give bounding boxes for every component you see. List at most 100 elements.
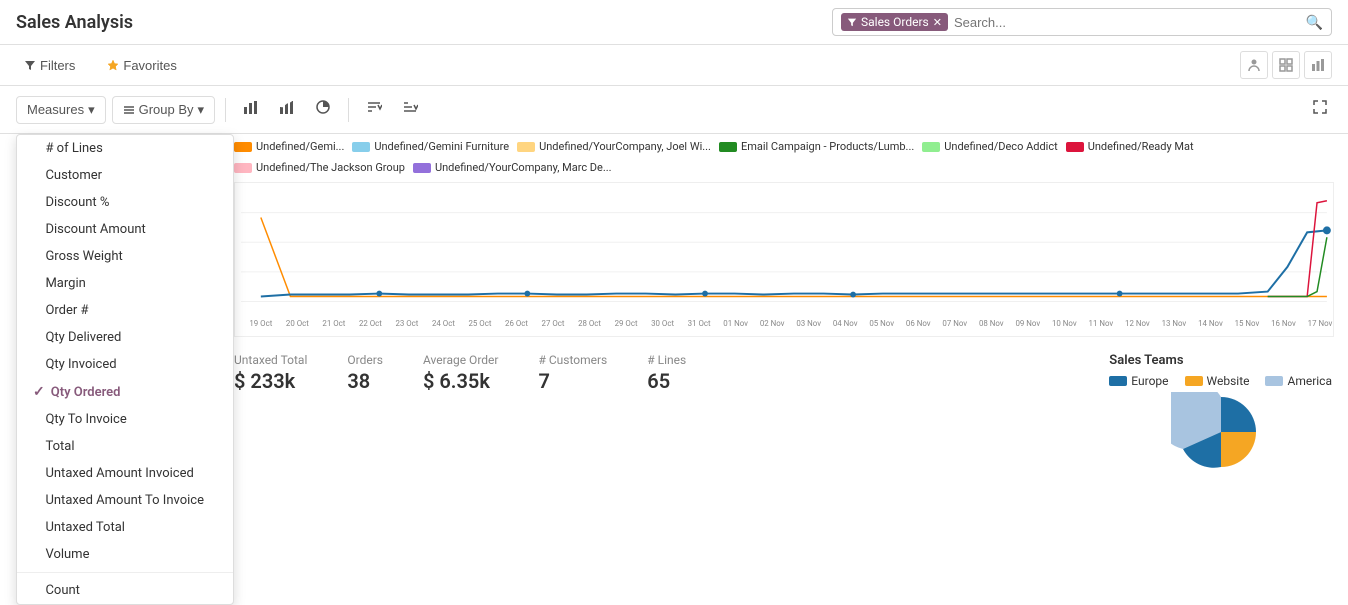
- svg-text:09 Nov: 09 Nov: [1015, 319, 1040, 328]
- dropdown-item-lines[interactable]: # of Lines: [17, 135, 233, 162]
- stat-orders-label: Orders: [347, 353, 383, 367]
- legend-color-ready-mat: [1066, 142, 1084, 152]
- legend-item-gemi: Undefined/Gemi...: [234, 140, 344, 153]
- dropdown-item-untaxed-to-invoice[interactable]: Untaxed Amount To Invoice: [17, 487, 233, 514]
- legend-item-gemini-furn: Undefined/Gemini Furniture: [352, 140, 509, 153]
- checkmark-icon: ✓: [33, 384, 45, 400]
- dropdown-item-margin[interactable]: Margin: [17, 270, 233, 297]
- svg-text:21 Oct: 21 Oct: [322, 319, 345, 328]
- bar-chart-button[interactable]: [236, 94, 266, 125]
- stat-lines-label: # Lines: [647, 353, 686, 367]
- separator2: [348, 98, 349, 122]
- stat-untaxed-total: Untaxed Total $ 233k: [234, 353, 307, 393]
- dropdown-item-count[interactable]: Count: [17, 577, 233, 604]
- svg-text:26 Oct: 26 Oct: [505, 319, 528, 328]
- legend-color-marc: [413, 163, 431, 173]
- dropdown-item-discount-pct[interactable]: Discount %: [17, 189, 233, 216]
- chart-wrapper: 19 Oct 20 Oct 21 Oct 22 Oct 23 Oct 24 Oc…: [218, 182, 1348, 341]
- dropdown-item-total[interactable]: Total: [17, 433, 233, 460]
- dropdown-item-discount-amt[interactable]: Discount Amount: [17, 216, 233, 243]
- top-bar: Sales Analysis Sales Orders ✕ 🔍: [0, 0, 1348, 45]
- search-submit-button[interactable]: 🔍: [1306, 14, 1323, 31]
- dropdown-item-order-num[interactable]: Order #: [17, 297, 233, 324]
- sales-teams: Sales Teams Europe Website America: [1109, 353, 1332, 472]
- favorites-button[interactable]: Favorites: [99, 54, 184, 77]
- groupby-icon: [123, 104, 135, 116]
- pie-chart: [1171, 392, 1271, 472]
- svg-text:07 Nov: 07 Nov: [942, 319, 967, 328]
- svg-text:10 Nov: 10 Nov: [1052, 319, 1077, 328]
- svg-text:01 Nov: 01 Nov: [723, 319, 748, 328]
- main-content: # of Lines Customer Discount % Discount …: [0, 134, 1348, 484]
- bar-chart-view-button[interactable]: [1304, 51, 1332, 79]
- search-filter-tag[interactable]: Sales Orders ✕: [841, 13, 948, 31]
- legend-item-jackson: Undefined/The Jackson Group: [234, 161, 405, 174]
- dropdown-item-volume[interactable]: Volume: [17, 541, 233, 568]
- stat-customers: # Customers 7: [538, 353, 607, 393]
- svg-text:20 Oct: 20 Oct: [286, 319, 309, 328]
- dropdown-item-customer[interactable]: Customer: [17, 162, 233, 189]
- legend-item-deco: Undefined/Deco Addict: [922, 140, 1057, 153]
- star-icon: [107, 59, 119, 71]
- legend-color-email: [719, 142, 737, 152]
- stat-lines-value: 65: [647, 369, 686, 393]
- stat-orders: Orders 38: [347, 353, 383, 393]
- dropdown-item-qty-to-invoice[interactable]: Qty To Invoice: [17, 406, 233, 433]
- legend-color-deco: [922, 142, 940, 152]
- dropdown-item-untaxed-invoiced[interactable]: Untaxed Amount Invoiced: [17, 460, 233, 487]
- sort-desc-button[interactable]: [395, 94, 425, 125]
- svg-text:14 Nov: 14 Nov: [1198, 319, 1223, 328]
- person-icon: [1247, 58, 1261, 72]
- svg-text:06 Nov: 06 Nov: [906, 319, 931, 328]
- svg-text:30 Oct: 30 Oct: [651, 319, 674, 328]
- search-input[interactable]: [954, 15, 1302, 30]
- legend-color-jackson: [234, 163, 252, 173]
- legend-item-ready-mat: Undefined/Ready Mat: [1066, 140, 1194, 153]
- svg-text:24 Oct: 24 Oct: [432, 319, 455, 328]
- pie-chart-button[interactable]: [308, 94, 338, 125]
- dropdown-item-qty-delivered[interactable]: Qty Delivered: [17, 324, 233, 351]
- stat-avg-order-value: $ 6.35k: [423, 369, 498, 393]
- dropdown-item-qty-ordered[interactable]: ✓ Qty Ordered: [17, 378, 233, 406]
- measures-button[interactable]: Measures ▾: [16, 96, 106, 124]
- svg-text:12 Nov: 12 Nov: [1125, 319, 1150, 328]
- legend-color-joel: [517, 142, 535, 152]
- dropdown-item-qty-invoiced[interactable]: Qty Invoiced: [17, 351, 233, 378]
- dropdown-item-untaxed-total[interactable]: Untaxed Total: [17, 514, 233, 541]
- sort-desc-icon: [402, 99, 418, 115]
- groupby-button[interactable]: Group By ▾: [112, 96, 215, 124]
- svg-text:16 Nov: 16 Nov: [1271, 319, 1296, 328]
- svg-text:05 Nov: 05 Nov: [869, 319, 894, 328]
- stat-avg-order: Average Order $ 6.35k: [423, 353, 498, 393]
- dropdown-item-gross-weight[interactable]: Gross Weight: [17, 243, 233, 270]
- svg-text:28 Oct: 28 Oct: [578, 319, 601, 328]
- svg-text:04 Nov: 04 Nov: [833, 319, 858, 328]
- avatar-view-button[interactable]: [1240, 51, 1268, 79]
- svg-text:13 Nov: 13 Nov: [1162, 319, 1187, 328]
- filters-button[interactable]: Filters: [16, 54, 83, 77]
- stat-orders-value: 38: [347, 369, 383, 393]
- svg-text:29 Oct: 29 Oct: [615, 319, 638, 328]
- line-chart-icon: [279, 99, 295, 115]
- stat-customers-value: 7: [538, 369, 607, 393]
- svg-text:22 Oct: 22 Oct: [359, 319, 382, 328]
- svg-text:11 Nov: 11 Nov: [1089, 319, 1114, 328]
- separator: [225, 98, 226, 122]
- stat-customers-label: # Customers: [538, 353, 607, 367]
- line-chart-button[interactable]: [272, 94, 302, 125]
- stat-untaxed-total-value: $ 233k: [234, 369, 307, 393]
- expand-button[interactable]: [1308, 95, 1332, 124]
- grid-view-button[interactable]: [1272, 51, 1300, 79]
- filter-bar: Filters Favorites: [0, 45, 1348, 86]
- page-title: Sales Analysis: [16, 12, 133, 33]
- filter-icon: [24, 59, 36, 71]
- line-chart-svg: 19 Oct 20 Oct 21 Oct 22 Oct 23 Oct 24 Oc…: [234, 182, 1334, 337]
- pie-container: [1109, 392, 1332, 472]
- filter-tag-close[interactable]: ✕: [933, 16, 942, 29]
- sort-asc-button[interactable]: [359, 94, 389, 125]
- bar-chart-icon: [1311, 58, 1325, 72]
- filter-icon: [847, 17, 857, 27]
- sales-teams-legend: Europe Website America: [1109, 374, 1332, 388]
- legend-color-america: [1265, 376, 1283, 386]
- legend-color-europe: [1109, 376, 1127, 386]
